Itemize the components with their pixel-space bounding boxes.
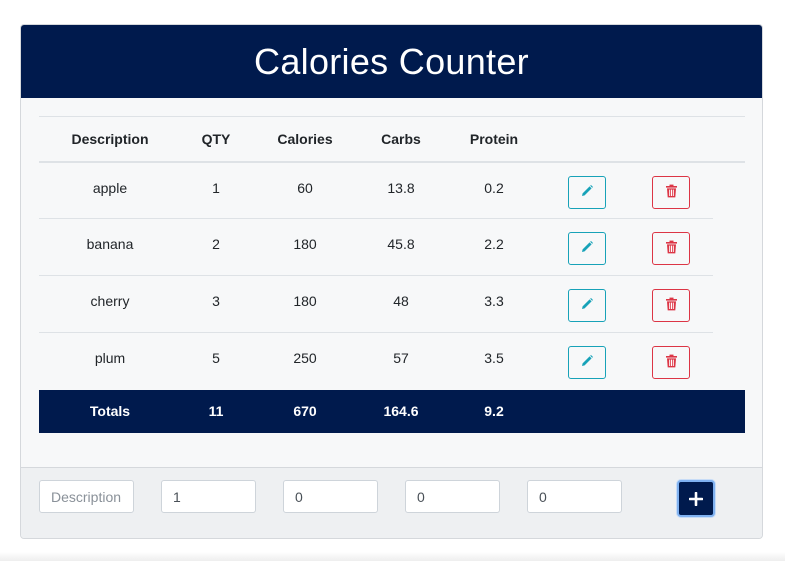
pencil-icon: [580, 184, 594, 201]
column-header-qty: QTY: [181, 116, 251, 163]
plus-icon: [689, 491, 703, 506]
cell-calories: 250: [293, 350, 317, 366]
food-table: Description QTY Calories Carbs Protein a…: [39, 116, 745, 433]
totals-label: Totals: [39, 389, 181, 433]
delete-button[interactable]: [652, 289, 690, 322]
table-row: plum 5 250 57 3.5: [39, 333, 745, 390]
cell-protein: 3.3: [443, 275, 545, 333]
delete-button[interactable]: [652, 175, 690, 209]
cell-description: banana: [39, 218, 181, 276]
table-row: cherry 3 180 48 3.3: [39, 275, 745, 333]
trash-icon: [665, 297, 678, 314]
table-row: banana 2 180 45.8 2.2: [39, 218, 745, 276]
totals-calories: 670: [251, 389, 359, 433]
page-bottom-edge: [0, 552, 785, 561]
pencil-icon: [580, 240, 594, 257]
totals-carbs: 164.6: [359, 389, 443, 433]
cell-protein: 0.2: [443, 161, 545, 219]
protein-input[interactable]: [527, 480, 622, 513]
edit-button[interactable]: [568, 232, 606, 265]
add-food-button[interactable]: [677, 480, 715, 517]
qty-input[interactable]: [161, 480, 256, 513]
cell-carbs: 57: [393, 350, 409, 366]
carbs-input[interactable]: [405, 480, 500, 513]
edit-button[interactable]: [568, 289, 606, 322]
cell-qty: 5: [212, 350, 220, 366]
edit-button[interactable]: [568, 346, 606, 379]
cell-carbs: 45.8: [359, 218, 443, 276]
pencil-icon: [580, 354, 594, 371]
table-row: apple 1 60 13.8 0.2: [39, 161, 745, 219]
trash-icon: [665, 240, 678, 257]
column-header-description: Description: [39, 116, 181, 163]
cell-protein: 2.2: [443, 218, 545, 276]
cell-qty: 2: [181, 218, 251, 276]
totals-protein: 9.2: [443, 389, 545, 433]
cell-qty: 1: [181, 161, 251, 219]
cell-carbs: 13.8: [359, 161, 443, 219]
page-title: Calories Counter: [254, 40, 529, 82]
description-input[interactable]: [39, 480, 134, 513]
column-header-calories: Calories: [251, 116, 359, 163]
totals-row: Totals 11 670 164.6 9.2: [39, 389, 745, 433]
cell-carbs: 48: [359, 275, 443, 333]
calories-card: Calories Counter Description QTY Calorie…: [20, 24, 763, 539]
cell-qty: 3: [181, 275, 251, 333]
cell-calories: 60: [251, 161, 359, 219]
delete-button[interactable]: [652, 232, 690, 265]
add-food-form: [21, 467, 762, 538]
table-header-row: Description QTY Calories Carbs Protein: [39, 116, 745, 163]
cell-protein: 3.5: [484, 350, 504, 366]
column-header-carbs: Carbs: [359, 116, 443, 163]
calories-input[interactable]: [283, 480, 378, 513]
delete-button[interactable]: [652, 346, 690, 379]
cell-description: plum: [94, 350, 126, 366]
cell-description: cherry: [39, 275, 181, 333]
trash-icon: [665, 354, 678, 371]
pencil-icon: [580, 297, 594, 314]
card-header: Calories Counter: [21, 25, 762, 98]
edit-button[interactable]: [568, 175, 606, 209]
cell-calories: 180: [251, 218, 359, 276]
cell-description: apple: [39, 161, 181, 219]
column-header-protein: Protein: [443, 116, 545, 163]
food-table-container: Description QTY Calories Carbs Protein a…: [39, 116, 745, 433]
cell-calories: 180: [251, 275, 359, 333]
trash-icon: [665, 184, 678, 201]
totals-qty: 11: [181, 389, 251, 433]
